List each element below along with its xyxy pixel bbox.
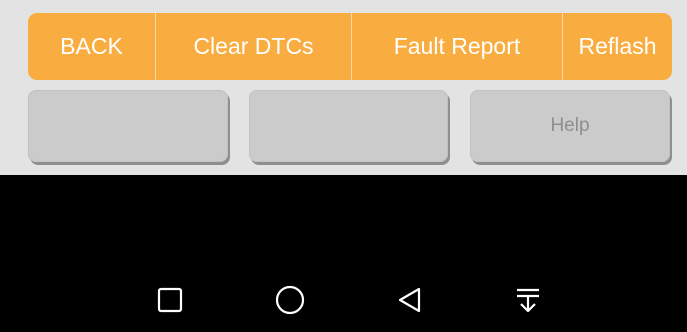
- square-recents-icon[interactable]: [152, 282, 188, 318]
- triangle-back-icon[interactable]: [392, 282, 428, 318]
- notification-pulldown-icon[interactable]: [510, 282, 546, 318]
- app-panel: BACK Clear DTCs Fault Report Reflash Hel…: [0, 0, 687, 175]
- action-toolbar: BACK Clear DTCs Fault Report Reflash: [28, 13, 672, 80]
- clear-dtcs-button[interactable]: Clear DTCs: [156, 13, 352, 80]
- circle-home-icon[interactable]: [272, 282, 308, 318]
- help-button[interactable]: Help: [470, 90, 670, 162]
- fault-report-button[interactable]: Fault Report: [352, 13, 563, 80]
- system-navigation-bar: [0, 270, 687, 332]
- back-button[interactable]: BACK: [28, 13, 156, 80]
- secondary-button-2[interactable]: [249, 90, 448, 162]
- reflash-button[interactable]: Reflash: [563, 13, 672, 80]
- secondary-button-1[interactable]: [28, 90, 228, 162]
- screen: BACK Clear DTCs Fault Report Reflash Hel…: [0, 0, 687, 332]
